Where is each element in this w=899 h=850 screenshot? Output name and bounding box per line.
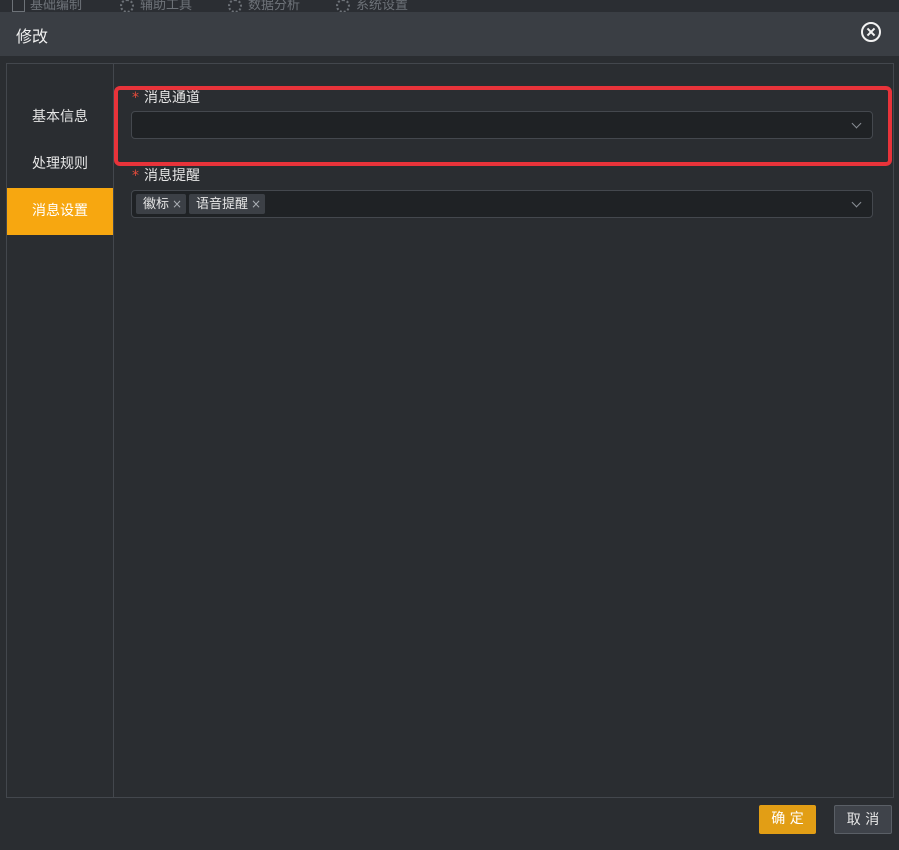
chevron-down-icon — [851, 118, 862, 129]
background-nav-item: 数据分析 — [228, 0, 300, 12]
gear-icon — [228, 0, 242, 12]
required-mark: * — [132, 168, 139, 184]
background-nav-item: 系统设置 — [336, 0, 408, 12]
gear-icon — [120, 0, 134, 12]
sidebar-item-processing-rules[interactable]: 处理规则 — [7, 141, 113, 188]
background-app-nav: 基础编制 辅助工具 数据分析 系统设置 — [0, 0, 899, 12]
reminder-label-text: 消息提醒 — [144, 168, 200, 184]
close-icon[interactable] — [861, 22, 881, 42]
required-mark: * — [132, 90, 139, 106]
settings-sidebar: 基本信息 处理规则 消息设置 — [7, 64, 114, 797]
monitor-icon — [12, 0, 25, 12]
background-nav-item: 基础编制 — [12, 0, 82, 12]
dialog-header: 修改 — [0, 12, 899, 56]
dialog-footer: 确 定 取 消 — [0, 796, 899, 850]
tag-voice-reminder: 语音提醒 × — [189, 194, 266, 214]
cancel-button[interactable]: 取 消 — [834, 805, 892, 834]
dialog-title: 修改 — [16, 27, 49, 46]
chevron-down-icon — [851, 197, 862, 208]
sidebar-item-basic-info[interactable]: 基本信息 — [7, 94, 113, 141]
channel-field-label: * 消息通道 — [132, 87, 200, 107]
tag-badge-label: 徽标 — [143, 197, 170, 212]
message-channel-select[interactable] — [131, 111, 873, 139]
sidebar-item-message-settings[interactable]: 消息设置 — [7, 188, 113, 235]
confirm-button[interactable]: 确 定 — [759, 805, 816, 834]
reminder-field-label: * 消息提醒 — [132, 165, 200, 185]
tag-remove-icon[interactable]: × — [172, 194, 182, 214]
channel-label-text: 消息通道 — [144, 90, 200, 106]
message-reminder-select[interactable]: 徽标 × 语音提醒 × — [131, 190, 873, 218]
gear-icon — [336, 0, 350, 12]
tag-voice-reminder-label: 语音提醒 — [196, 197, 249, 212]
tag-badge: 徽标 × — [136, 194, 187, 214]
background-nav-item: 辅助工具 — [120, 0, 192, 12]
tag-remove-icon[interactable]: × — [251, 194, 261, 214]
edit-dialog: 修改 基本信息 处理规则 消息设置 * 消息通道 * 消息提醒 徽标 × 语音提醒 × — [0, 12, 899, 850]
